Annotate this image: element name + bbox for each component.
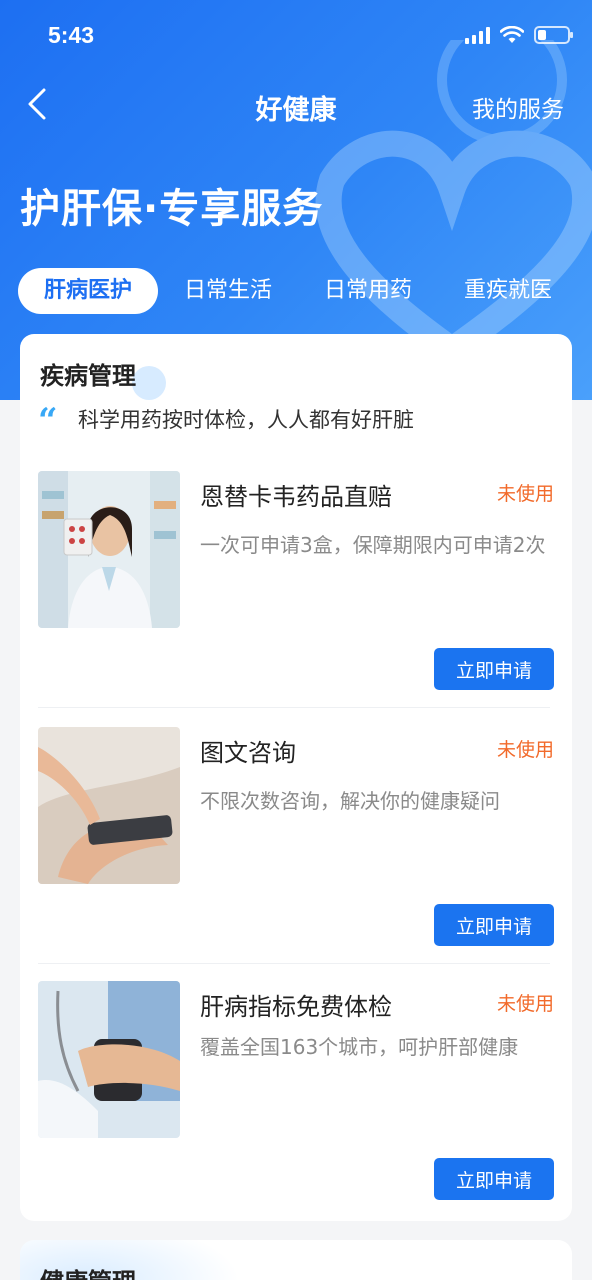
phone-hand-image — [38, 727, 180, 884]
pharmacist-image — [38, 471, 180, 628]
nav-bar: 好健康 我的服务 — [0, 74, 592, 134]
battery-icon — [534, 26, 573, 44]
blood-pressure-image — [38, 981, 180, 1138]
service-item-checkup[interactable]: 肝病指标免费体检 未使用 覆盖全国163个城市，呵护肝部健康 立即申请 — [38, 981, 554, 1221]
item-title: 肝病指标免费体检 — [200, 993, 392, 1021]
wifi-icon — [500, 26, 524, 43]
status-badge: 未使用 — [496, 739, 554, 761]
status-bar: 5:43 — [0, 0, 592, 72]
item-description: 覆盖全国163个城市，呵护肝部健康 — [200, 1035, 519, 1059]
tab-critical-illness[interactable]: 重疾就医 — [438, 268, 578, 314]
slogan-text: 科学用药按时体检，人人都有好肝脏 — [78, 408, 414, 432]
status-time: 5:43 — [48, 22, 95, 48]
disease-management-card: 疾病管理 “ 科学用药按时体检，人人都有好肝脏 恩替卡韦药品直赔 未使用 一次可… — [20, 334, 572, 1221]
item-title: 恩替卡韦药品直赔 — [200, 483, 392, 511]
title-decoration — [132, 366, 166, 400]
item-description: 一次可申请3盒，保障期限内可申请2次 — [200, 533, 546, 557]
health-management-card: 健康管理 — [20, 1240, 572, 1280]
quote-icon: “ — [38, 406, 58, 432]
item-description: 不限次数咨询，解决你的健康疑问 — [200, 789, 500, 813]
signal-icon — [465, 26, 490, 44]
tab-daily-medication[interactable]: 日常用药 — [298, 268, 438, 314]
section-title: 疾病管理 — [40, 362, 136, 390]
apply-button[interactable]: 立即申请 — [434, 648, 554, 690]
my-services-link[interactable]: 我的服务 — [472, 90, 564, 124]
status-badge: 未使用 — [496, 993, 554, 1015]
tab-liver-care[interactable]: 肝病医护 — [18, 268, 159, 314]
divider — [38, 707, 550, 708]
status-badge: 未使用 — [496, 483, 554, 505]
tab-daily-life[interactable]: 日常生活 — [158, 268, 298, 314]
service-item-consultation[interactable]: 图文咨询 未使用 不限次数咨询，解决你的健康疑问 立即申请 — [38, 727, 554, 967]
item-title: 图文咨询 — [200, 739, 296, 767]
apply-button[interactable]: 立即申请 — [434, 904, 554, 946]
section-title: 健康管理 — [40, 1262, 136, 1280]
slogan: “ 科学用药按时体检，人人都有好肝脏 — [38, 404, 414, 434]
service-item-drug-claim[interactable]: 恩替卡韦药品直赔 未使用 一次可申请3盒，保障期限内可申请2次 立即申请 — [38, 471, 554, 711]
hero-title: 护肝保·专享服务 — [20, 186, 324, 232]
category-tabs: 肝病医护 日常生活 日常用药 重疾就医 — [18, 268, 578, 314]
apply-button[interactable]: 立即申请 — [434, 1158, 554, 1200]
divider — [38, 963, 550, 964]
